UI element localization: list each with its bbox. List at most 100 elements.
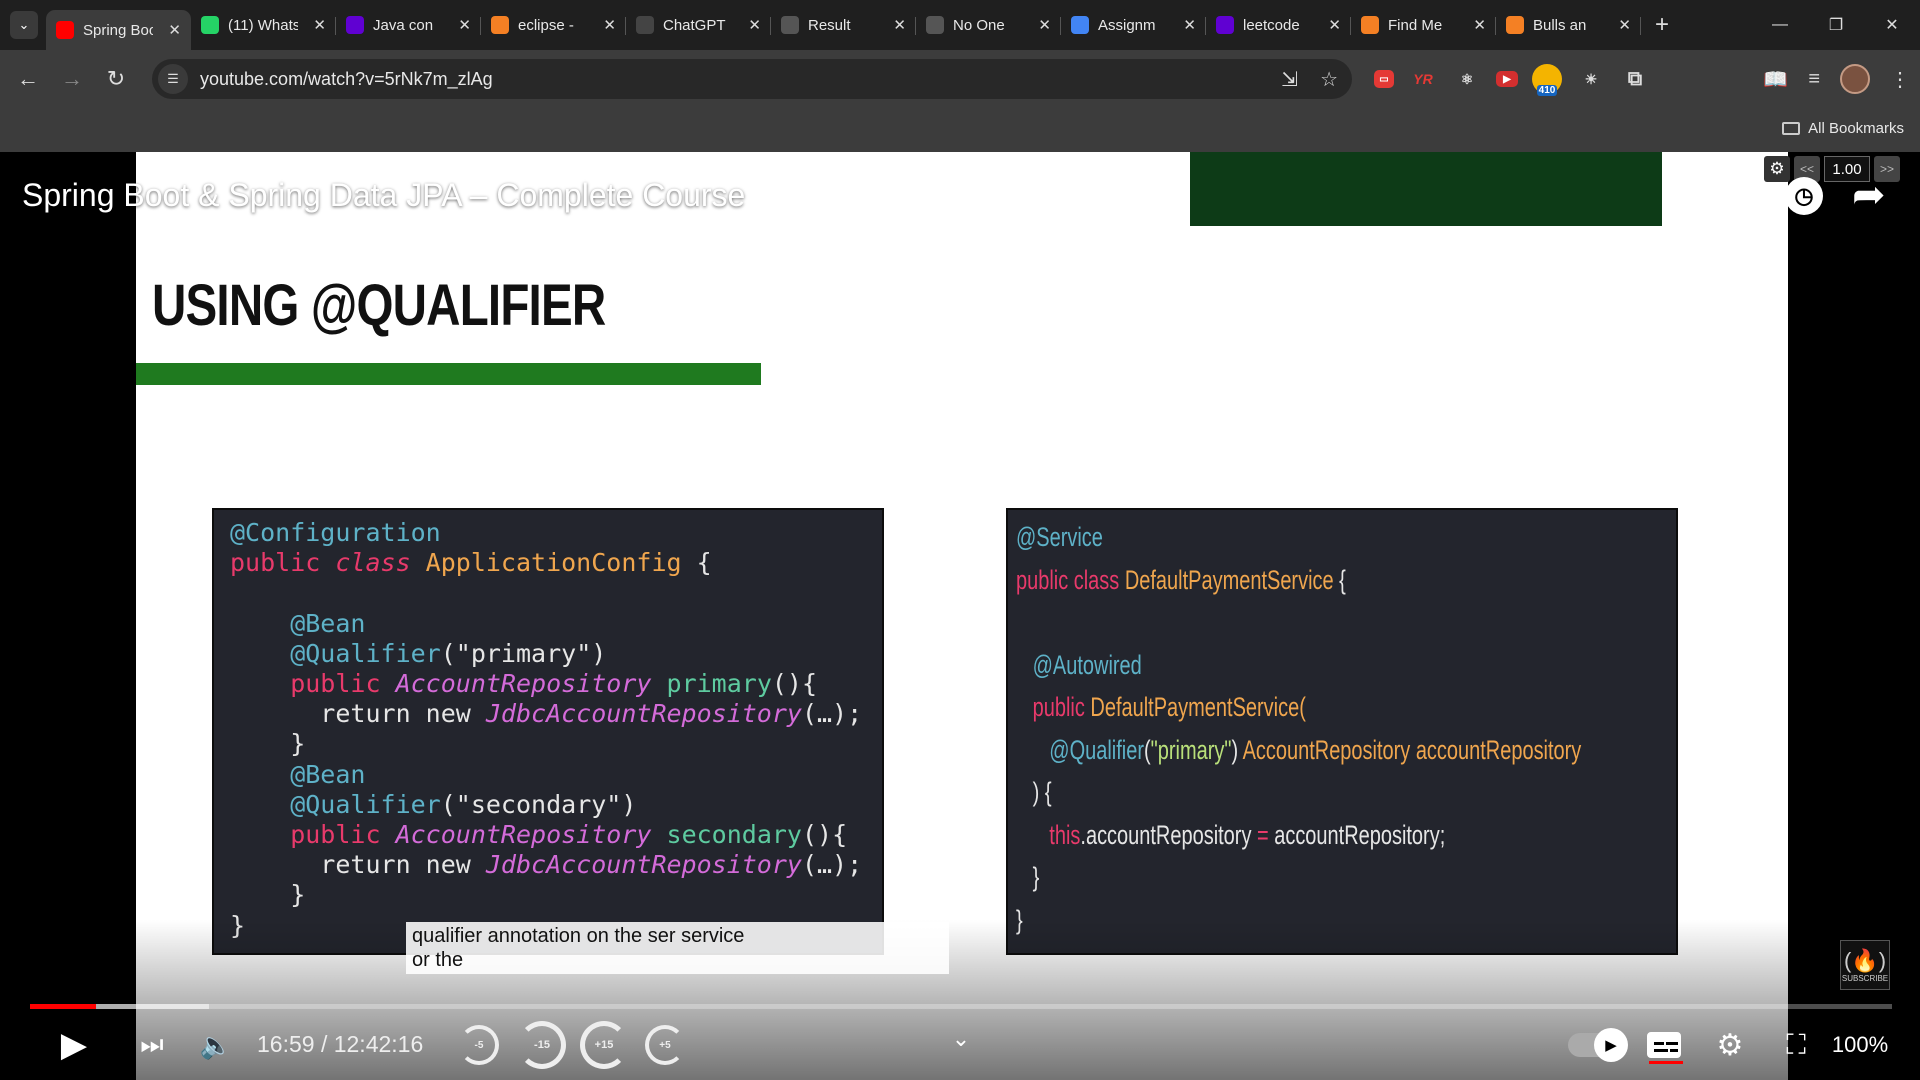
extension-redbox-icon[interactable]: ▶ <box>1496 71 1518 87</box>
site-info-icon[interactable]: ☰ <box>158 64 188 94</box>
browser-tab[interactable]: (11) WhatsApp ✕ <box>191 7 336 43</box>
browser-tab[interactable]: Assignm ✕ <box>1061 7 1206 43</box>
browser-tab[interactable]: Spring Boot & Spring Data JPA ✕ <box>46 10 191 50</box>
reload-button[interactable]: ↻ <box>94 59 138 99</box>
share-arrow-icon[interactable]: ➦ <box>1852 172 1886 218</box>
close-tab-icon[interactable]: ✕ <box>748 16 761 34</box>
close-tab-icon[interactable]: ✕ <box>313 16 326 34</box>
kebab-menu-icon[interactable]: ⋮ <box>1890 67 1910 92</box>
browser-tab[interactable]: Find Me ✕ <box>1351 7 1496 43</box>
channel-watermark[interactable]: (🔥) SUBSCRIBE <box>1840 940 1890 990</box>
code-token: @Bean <box>230 608 366 638</box>
close-tab-icon[interactable]: ✕ <box>1618 16 1631 34</box>
react-devtools-icon[interactable]: ⚛ <box>1452 64 1482 94</box>
globe-icon <box>926 16 944 34</box>
autoplay-toggle[interactable]: ▶ <box>1566 1020 1628 1070</box>
browser-tab[interactable]: eclipse - ✕ <box>481 7 626 43</box>
browser-tab[interactable]: Bulls an ✕ <box>1496 7 1641 43</box>
volume-icon: 🔈 <box>199 1029 233 1060</box>
code-token: "secondary" <box>455 789 622 819</box>
url-text[interactable]: youtube.com/watch?v=5rNk7m_zlAg <box>200 69 493 90</box>
close-tab-icon[interactable]: ✕ <box>1328 16 1341 34</box>
address-bar[interactable]: ☰ youtube.com/watch?v=5rNk7m_zlAg ⇲ ☆ <box>152 59 1352 99</box>
code-token: AccountRepository <box>395 669 667 699</box>
code-token: (…); <box>801 699 863 729</box>
code-token: { <box>696 548 712 578</box>
restore-button[interactable]: ❐ <box>1808 0 1864 50</box>
dark-reader-icon[interactable]: ☀ <box>1576 64 1606 94</box>
expand-chapter-button[interactable]: ⌄ <box>946 1014 976 1064</box>
exit-fullscreen-button[interactable]: ⛶ <box>1776 1020 1816 1070</box>
subtitles-button[interactable] <box>1644 1020 1684 1070</box>
chevron-down-icon: ⌄ <box>18 17 30 32</box>
new-tab-button[interactable]: + <box>1655 11 1669 39</box>
video-title[interactable]: Spring Boot & Spring Data JPA – Complete… <box>22 177 745 214</box>
code-token: accountRepository; <box>1274 819 1446 850</box>
close-icon: ✕ <box>1885 17 1899 34</box>
reading-mode-icon[interactable]: 📖 <box>1763 67 1788 92</box>
code-token: .accountRepository <box>1080 819 1257 850</box>
code-token: AccountRepository <box>395 820 667 850</box>
browser-tab[interactable]: Result ✕ <box>771 7 916 43</box>
globe-icon <box>781 16 799 34</box>
tab-title: Java con <box>373 16 434 34</box>
forward-15-button[interactable]: +15 <box>576 1020 632 1070</box>
forward-button[interactable]: → <box>50 59 94 99</box>
speed-settings-gear-icon[interactable]: ⚙ <box>1764 156 1790 182</box>
browser-tab[interactable]: No One ✕ <box>916 7 1061 43</box>
autoplay-play-icon: ▶ <box>1594 1028 1628 1062</box>
progress-played <box>30 1004 96 1009</box>
rewind-15-button[interactable]: -15 <box>514 1020 570 1070</box>
code-token: ) <box>621 789 637 819</box>
browser-tab[interactable]: Java con ✕ <box>336 7 481 43</box>
close-tab-icon[interactable]: ✕ <box>168 21 181 39</box>
tab-title: Find Me <box>1388 16 1443 34</box>
close-window-button[interactable]: ✕ <box>1864 0 1920 50</box>
install-app-icon[interactable]: ⇲ <box>1281 67 1298 92</box>
close-tab-icon[interactable]: ✕ <box>1473 16 1486 34</box>
watch-later-clock-icon[interactable]: ◷ <box>1785 177 1823 215</box>
browser-tab[interactable]: leetcode ✕ <box>1206 7 1351 43</box>
extension-yr-icon[interactable]: YR <box>1408 64 1438 94</box>
time-display: 16:59 / 12:42:16 <box>257 1031 424 1057</box>
yahoo-icon <box>1216 16 1234 34</box>
extensions-puzzle-icon[interactable]: ⧉ <box>1620 64 1650 94</box>
settings-button[interactable]: ⚙ <box>1710 1020 1750 1070</box>
all-bookmarks-button[interactable]: All Bookmarks <box>1782 120 1904 137</box>
tab-title: Spring Boot & Spring Data JPA <box>83 21 153 39</box>
slide-top-box <box>1190 152 1662 226</box>
codeforces-icon <box>1506 16 1524 34</box>
back-button[interactable]: ← <box>6 59 50 99</box>
media-control-icon[interactable]: ≡ <box>1808 68 1820 91</box>
code-line: public DefaultPaymentService( <box>1016 686 1504 729</box>
code-token: = <box>1256 819 1275 850</box>
close-tab-icon[interactable]: ✕ <box>1038 16 1051 34</box>
youtube-icon <box>56 21 74 39</box>
caption-line-1: qualifier annotation on the ser service <box>412 925 745 947</box>
yahoo-icon <box>346 16 364 34</box>
play-button[interactable]: ▶ <box>54 1020 94 1070</box>
profile-avatar[interactable] <box>1840 64 1870 94</box>
mute-button[interactable]: 🔈 <box>196 1020 236 1070</box>
browser-tab[interactable]: ChatGPT ✕ <box>626 7 771 43</box>
close-tab-icon[interactable]: ✕ <box>1183 16 1196 34</box>
close-tab-icon[interactable]: ✕ <box>458 16 471 34</box>
code-token: } <box>230 729 306 759</box>
player-controls: ▶ ⏭ 🔈 16:59 / 12:42:16 -5 -15 +15 +5 ⌄ ▶… <box>0 1020 1920 1070</box>
code-token: class <box>1073 564 1125 595</box>
exit-fullscreen-icon: ⛶ <box>1786 1028 1806 1060</box>
bookmark-star-icon[interactable]: ☆ <box>1320 67 1338 92</box>
forward-5-button[interactable]: +5 <box>642 1020 688 1070</box>
forward-icon: +5 <box>645 1025 685 1065</box>
close-tab-icon[interactable]: ✕ <box>893 16 906 34</box>
minimize-button[interactable]: — <box>1752 0 1808 50</box>
restore-icon: ❐ <box>1828 17 1844 34</box>
rewind-5-button[interactable]: -5 <box>456 1020 502 1070</box>
close-tab-icon[interactable]: ✕ <box>603 16 616 34</box>
extension-red-icon[interactable]: ▭ <box>1374 70 1394 88</box>
progress-bar[interactable] <box>30 1004 1892 1009</box>
tab-search-button[interactable]: ⌄ <box>10 11 38 39</box>
code-line: return new JdbcAccountRepository(…); <box>230 850 882 880</box>
next-button[interactable]: ⏭ <box>132 1020 172 1070</box>
extension-badge-icon[interactable]: 410 <box>1532 64 1562 96</box>
